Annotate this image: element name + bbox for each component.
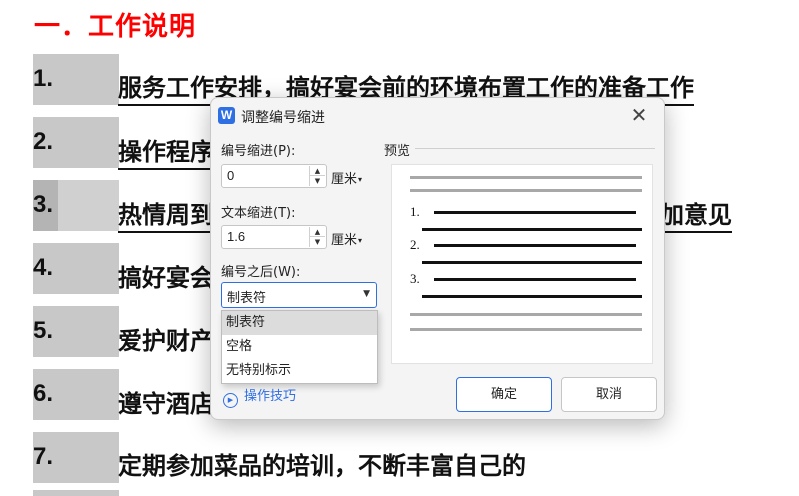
list-number: 3. <box>33 191 54 218</box>
triangle-up-icon[interactable]: ▲ <box>310 227 325 237</box>
ok-button[interactable]: 确定 <box>456 377 552 412</box>
list-number-cell[interactable]: 1. <box>33 54 119 105</box>
list-number: 5. <box>33 317 54 344</box>
list-number-cell[interactable]: 6. <box>33 369 119 420</box>
number-indent-input[interactable]: 0 ▲ ▼ <box>221 164 327 188</box>
preview-context-line <box>410 189 642 192</box>
preview-pane: 1. 2. 3. <box>391 164 653 364</box>
adjust-list-indent-dialog: W 调整编号缩进 ✕ 编号缩进(P): 0 ▲ ▼ 厘米▾ 文本缩进(T): 1… <box>210 97 665 420</box>
list-item-text[interactable]: 操作程序 <box>118 132 214 170</box>
number-indent-spinner: ▲ ▼ <box>309 166 325 186</box>
list-item-text[interactable]: 搞好宴会 <box>118 258 214 294</box>
list-number-cell[interactable]: 4. <box>33 243 119 294</box>
after-number-selected: 制表符 <box>227 291 267 306</box>
preview-number: 1. <box>410 204 420 219</box>
preview-text-line <box>422 295 642 298</box>
text-indent-label: 文本缩进(T): <box>221 206 296 221</box>
preview-text-line <box>422 228 642 231</box>
number-indent-value: 0 <box>227 168 235 183</box>
option-tab[interactable]: 制表符 <box>222 311 377 335</box>
preview-text-line <box>434 244 636 247</box>
text-indent-unit: 厘米 <box>331 233 358 248</box>
preview-context-line <box>410 313 642 316</box>
option-nothing[interactable]: 无特别标示 <box>222 359 377 383</box>
section-heading: 一．工作说明 <box>34 12 197 42</box>
chevron-down-icon: ▼ <box>363 289 370 299</box>
preview-context-line <box>410 328 642 331</box>
list-item-text-tail[interactable]: 加意见 <box>660 195 732 233</box>
list-number-cell[interactable]: 3. <box>33 180 119 231</box>
list-number-cell[interactable]: 5. <box>33 306 119 357</box>
list-number-cell[interactable]: 7. <box>33 432 119 483</box>
text-indent-unit-select[interactable]: 厘米▾ <box>331 229 362 248</box>
text-indent-input[interactable]: 1.6 ▲ ▼ <box>221 225 327 249</box>
list-number: 6. <box>33 380 54 407</box>
triangle-up-icon[interactable]: ▲ <box>310 166 325 176</box>
list-number-cell[interactable]: 2. <box>33 117 119 168</box>
list-number: 2. <box>33 128 54 155</box>
number-indent-unit: 厘米 <box>331 172 358 187</box>
number-indent-label: 编号缩进(P): <box>221 144 296 159</box>
preview-number: 2. <box>410 237 420 252</box>
tips-label: 操作技巧 <box>244 389 297 404</box>
list-number: 4. <box>33 254 54 281</box>
list-number: 1. <box>33 65 54 92</box>
triangle-down-icon[interactable]: ▼ <box>310 237 325 247</box>
close-icon[interactable]: ✕ <box>628 104 650 126</box>
list-item-text[interactable]: 热情周到 <box>118 195 214 233</box>
chevron-down-icon: ▾ <box>358 175 363 184</box>
preview-text-line <box>434 211 636 214</box>
chevron-down-icon: ▾ <box>358 236 363 245</box>
preview-text-line <box>434 278 636 281</box>
dialog-titlebar[interactable]: W 调整编号缩进 ✕ <box>211 98 664 132</box>
list-number-cell <box>33 490 119 496</box>
option-space[interactable]: 空格 <box>222 335 377 359</box>
list-item-text[interactable]: 遵守酒店 <box>118 384 214 420</box>
preview-divider <box>415 148 655 149</box>
list-item-text[interactable]: 定期参加菜品的培训，不断丰富自己的 <box>118 446 526 482</box>
preview-label: 预览 <box>384 144 411 159</box>
text-indent-spinner: ▲ ▼ <box>309 227 325 247</box>
dialog-title: 调整编号缩进 <box>241 110 325 126</box>
preview-context-line <box>410 176 642 179</box>
cancel-button[interactable]: 取消 <box>561 377 657 412</box>
after-number-select[interactable]: 制表符 ▼ <box>221 282 377 308</box>
after-number-options: 制表符 空格 无特别标示 <box>221 310 378 384</box>
wps-writer-icon: W <box>218 107 235 124</box>
tips-link[interactable]: ▶ 操作技巧 <box>223 385 296 408</box>
list-item-text[interactable]: 爱护财产 <box>118 321 214 357</box>
preview-number: 3. <box>410 271 420 286</box>
play-circle-icon: ▶ <box>223 393 238 408</box>
list-number: 7. <box>33 443 54 470</box>
after-number-label: 编号之后(W): <box>221 265 301 280</box>
number-indent-unit-select[interactable]: 厘米▾ <box>331 168 362 187</box>
triangle-down-icon[interactable]: ▼ <box>310 176 325 186</box>
text-indent-value: 1.6 <box>227 229 246 244</box>
preview-text-line <box>422 261 642 264</box>
